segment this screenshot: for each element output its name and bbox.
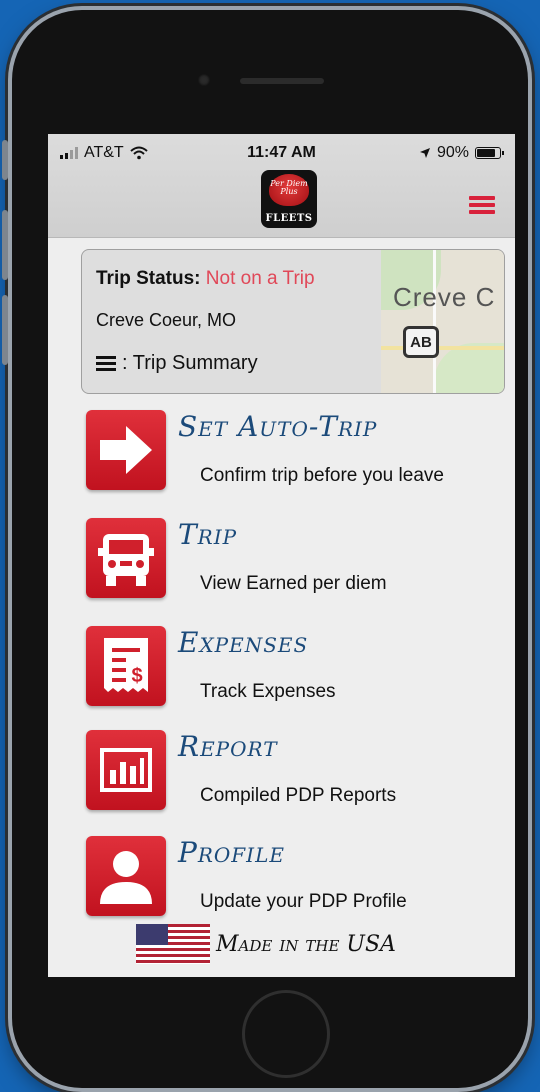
menu-item-set-auto-trip[interactable]: Set Auto-Trip Confirm trip before you le… — [86, 410, 506, 494]
menu-title: Report — [178, 730, 278, 763]
menu-subtitle: Track Expenses — [200, 681, 336, 702]
menu-title: Expenses — [178, 626, 309, 659]
menu-title: Set Auto-Trip — [178, 410, 378, 443]
volume-up-button — [2, 210, 8, 280]
menu-item-report[interactable]: Report Compiled PDP Reports — [86, 730, 506, 814]
made-in-usa-text: Made in the USA — [216, 931, 396, 957]
trip-status: Trip Status: Not on a Trip — [96, 268, 315, 290]
trip-summary-link[interactable]: : Trip Summary — [96, 352, 258, 375]
logo-script-text: Per Diem Plus — [270, 179, 308, 196]
truck-icon — [86, 518, 166, 598]
map-marker-icon: AB — [403, 326, 439, 358]
hamburger-icon[interactable] — [469, 196, 495, 214]
arrow-right-icon — [86, 410, 166, 490]
app-logo: Per Diem Plus FLEETS — [261, 170, 317, 228]
menu-subtitle: Update your PDP Profile — [200, 891, 407, 912]
trip-location: Creve Coeur, MO — [96, 310, 237, 330]
location-arrow-icon — [419, 148, 430, 158]
us-flag-icon — [136, 924, 210, 964]
app-header: AT&T 11:47 AM 90% Per Diem Plus FLEETS — [48, 134, 515, 238]
home-button[interactable] — [242, 990, 330, 1078]
made-in-usa-banner: Made in the USA — [136, 924, 396, 964]
map-road — [433, 250, 436, 393]
receipt-icon: $ — [86, 626, 166, 706]
battery-percent: 90% — [436, 144, 469, 161]
user-icon — [86, 836, 166, 916]
bar-chart-icon — [86, 730, 166, 810]
menu-subtitle: Confirm trip before you leave — [200, 465, 444, 486]
menu-title: Profile — [178, 836, 285, 869]
trip-status-card[interactable]: Trip Status: Not on a Trip Creve Coeur, … — [81, 249, 505, 394]
logo-fleets-text: FLEETS — [265, 213, 313, 224]
svg-text:$: $ — [131, 665, 142, 687]
menu-subtitle: View Earned per diem — [200, 573, 387, 594]
trip-status-value: Not on a Trip — [205, 268, 315, 289]
battery-info: 90% — [419, 144, 504, 162]
mute-switch — [2, 140, 8, 180]
trip-summary-label: : Trip Summary — [122, 352, 258, 374]
battery-icon — [475, 147, 504, 159]
front-camera — [198, 74, 210, 86]
list-icon — [96, 356, 116, 371]
map-city-label: Creve C — [393, 282, 496, 312]
app-screen: AT&T 11:47 AM 90% Per Diem Plus FLEETS T… — [48, 134, 515, 977]
menu-item-trip[interactable]: Trip View Earned per diem — [86, 518, 506, 602]
map-park-area — [434, 343, 504, 393]
status-bar: AT&T 11:47 AM 90% — [48, 144, 515, 166]
menu-title: Trip — [178, 518, 238, 551]
map-thumbnail[interactable]: Creve C AB — [381, 250, 504, 393]
trip-status-label: Trip Status: — [96, 268, 201, 289]
volume-down-button — [2, 295, 8, 365]
earpiece-speaker — [240, 78, 324, 84]
menu-subtitle: Compiled PDP Reports — [200, 785, 397, 806]
menu-item-expenses[interactable]: $ Expenses Track Expenses — [86, 626, 506, 710]
menu-item-profile[interactable]: Profile Update your PDP Profile — [86, 836, 506, 920]
phone-frame: AT&T 11:47 AM 90% Per Diem Plus FLEETS T… — [2, 10, 528, 1088]
map-road — [381, 346, 504, 350]
